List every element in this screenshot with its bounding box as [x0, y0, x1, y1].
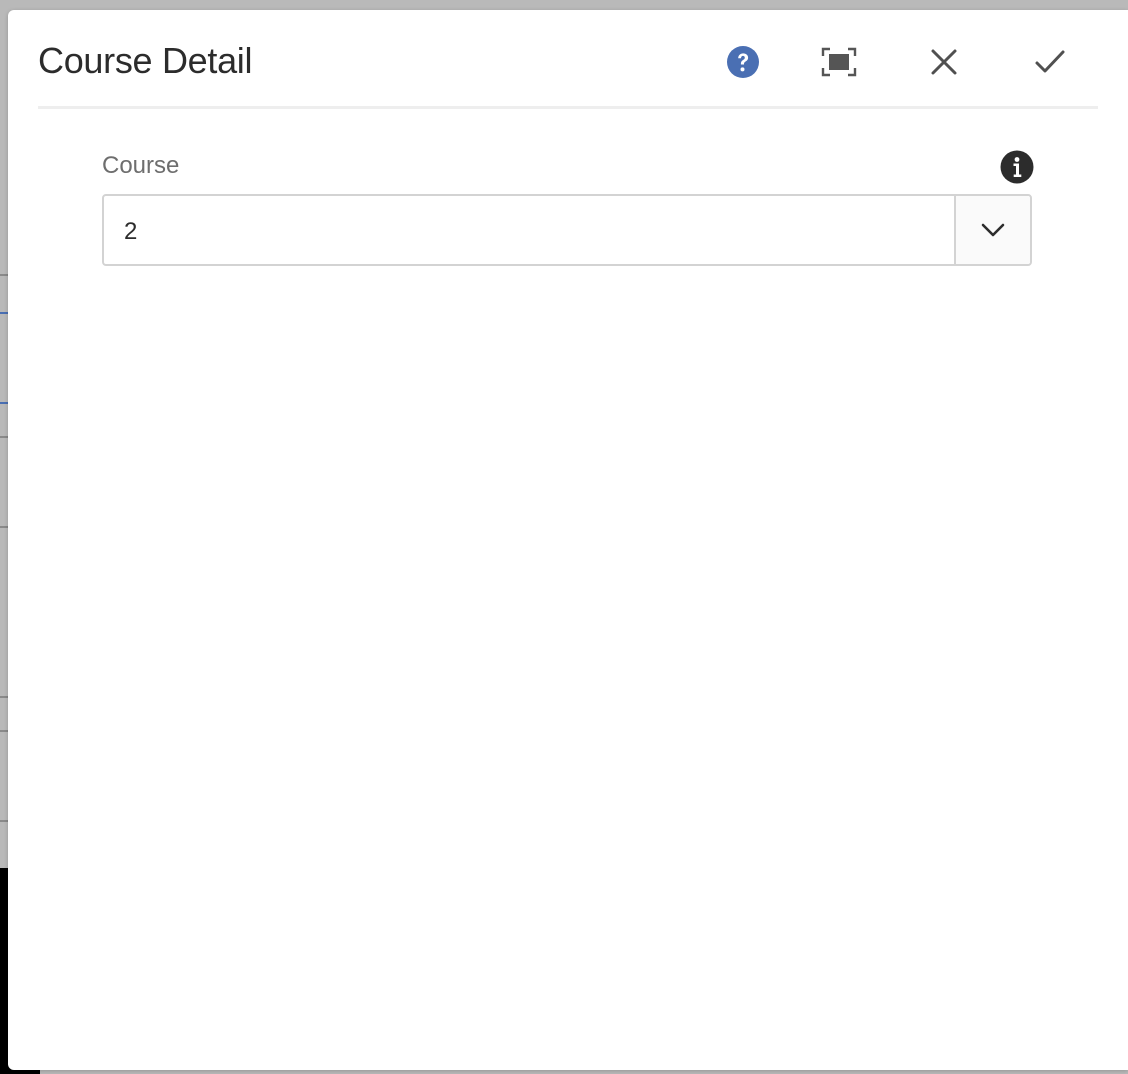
fullscreen-icon [821, 47, 857, 77]
course-field-label: Course [102, 152, 180, 179]
dialog-title: Course Detail [38, 40, 253, 81]
close-button[interactable] [924, 42, 964, 82]
course-select-toggle[interactable] [954, 196, 1030, 264]
done-button[interactable] [1030, 42, 1070, 82]
info-icon[interactable] [1000, 150, 1034, 184]
checkmark-icon [1035, 50, 1065, 73]
course-select-value: 2 [124, 218, 138, 245]
help-circle-icon [727, 46, 759, 78]
course-detail-dialog: Course Detail Course 2 [8, 10, 1128, 1070]
dialog-header: Course Detail [38, 10, 1098, 109]
chevron-down-icon [981, 223, 1005, 237]
close-icon [931, 49, 957, 75]
help-button[interactable] [723, 42, 763, 82]
course-select[interactable]: 2 [102, 194, 1032, 266]
fullscreen-button[interactable] [819, 42, 859, 82]
